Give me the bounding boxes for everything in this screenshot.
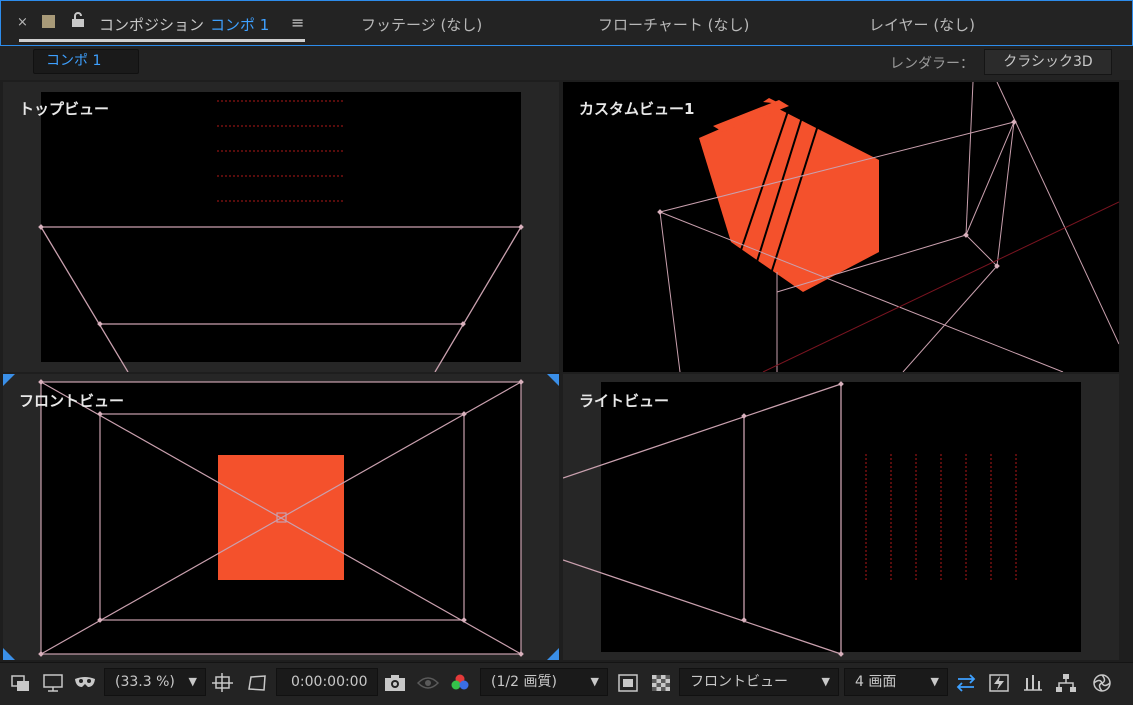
3d-view-value: フロントビュー: [690, 674, 788, 690]
chevron-down-icon: ▼: [590, 675, 599, 688]
viewport-custom-view[interactable]: カスタムビュー1: [563, 82, 1119, 372]
top-view-canvas: [38, 92, 524, 372]
region-of-interest-icon[interactable]: [246, 673, 268, 693]
chevron-down-icon: ▼: [930, 675, 939, 688]
lock-open-icon[interactable]: [71, 12, 85, 28]
viewport-label: ライトビュー: [579, 392, 670, 410]
tab-composition[interactable]: コンポジション コンポ 1: [99, 14, 269, 35]
transparency-grid-icon[interactable]: [650, 673, 672, 693]
tab-layer[interactable]: レイヤー (なし): [869, 14, 975, 35]
viewport-label: トップビュー: [19, 100, 110, 118]
panel-menu-icon[interactable]: ≡: [291, 13, 304, 32]
always-preview-icon[interactable]: [10, 673, 32, 693]
close-tab-icon[interactable]: ×: [17, 15, 28, 30]
comp-breadcrumb[interactable]: コンポ 1: [33, 49, 139, 74]
right-view-canvas: [563, 381, 1081, 657]
chevron-down-icon: ▼: [188, 675, 197, 688]
show-snapshot-icon[interactable]: [417, 673, 439, 693]
timeline-icon[interactable]: [1022, 673, 1044, 693]
chevron-down-icon: ▼: [821, 675, 830, 688]
viewport-label: フロントビュー: [19, 392, 125, 410]
tab-footage[interactable]: フッテージ (なし): [361, 14, 482, 35]
view-layout-dropdown[interactable]: 4 画面 ▼: [844, 668, 948, 696]
renderer-button[interactable]: クラシック3D: [984, 49, 1112, 75]
panel-tab-bar: × コンポジション コンポ 1 ≡ フッテージ (なし) フローチャート (なし)…: [0, 0, 1133, 46]
viewer-toolbar: (33.3 %) ▼ 0:00:00:00 (1/2 画質) ▼ フロントビュー…: [0, 662, 1133, 705]
monitor-icon[interactable]: [42, 673, 64, 693]
grid-guides-icon[interactable]: [212, 673, 234, 693]
timecode-value: 0:00:00:00: [291, 674, 368, 690]
fast-preview-region-icon[interactable]: [617, 673, 639, 693]
view-layout-value: 4 画面: [855, 674, 897, 690]
zoom-value: (33.3 %): [115, 674, 175, 690]
resolution-dropdown[interactable]: (1/2 画質) ▼: [480, 668, 608, 696]
share-view-options-icon[interactable]: [955, 673, 977, 693]
resolution-value: (1/2 画質): [491, 674, 557, 690]
tab-composition-prefix: コンポジション: [99, 16, 205, 34]
camera-snapshot-icon[interactable]: [384, 673, 406, 693]
active-tab-indicator: [19, 39, 305, 42]
fast-previews-icon[interactable]: [988, 673, 1010, 693]
viewport-front-view[interactable]: フロントビュー: [3, 374, 559, 660]
renderer-label: レンダラー：: [890, 56, 974, 72]
motion-blur-icon[interactable]: [1091, 673, 1113, 693]
flowchart-icon[interactable]: [1055, 673, 1077, 693]
current-time-display[interactable]: 0:00:00:00: [276, 668, 378, 696]
viewport-label: カスタムビュー1: [579, 100, 695, 118]
3d-view-dropdown[interactable]: フロントビュー ▼: [679, 668, 839, 696]
tab-flowchart[interactable]: フローチャート (なし): [598, 14, 749, 35]
mask-visibility-icon[interactable]: [74, 673, 96, 693]
tab-composition-name: コンポ 1: [210, 16, 270, 34]
comp-color-swatch: [42, 15, 55, 28]
viewport-right-view[interactable]: ライトビュー: [563, 374, 1119, 660]
custom-view-canvas: [657, 82, 1119, 372]
composition-subbar: コンポ 1 レンダラー： クラシック3D: [0, 46, 1133, 80]
front-view-canvas: [3, 374, 559, 660]
viewport-top-view[interactable]: トップビュー: [3, 82, 559, 372]
zoom-dropdown[interactable]: (33.3 %) ▼: [104, 668, 206, 696]
channel-rgb-icon[interactable]: [449, 673, 471, 693]
